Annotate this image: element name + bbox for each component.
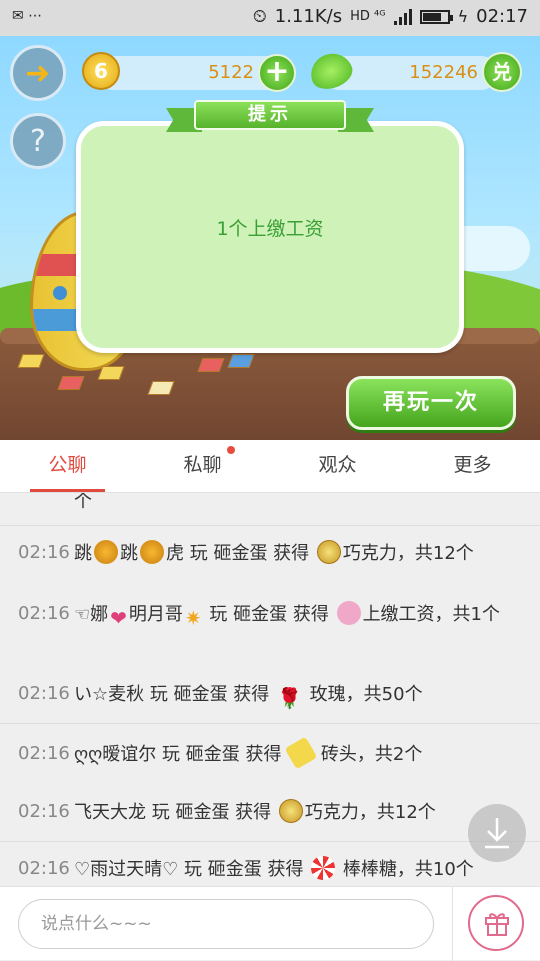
coin-balance: 5122	[208, 62, 254, 83]
help-icon: ?	[30, 124, 46, 159]
net-speed: 1.11K/s	[274, 6, 343, 27]
chat-input-bar	[0, 886, 540, 961]
download-icon	[485, 818, 509, 849]
sparkle-emoji-icon: ✷	[184, 606, 202, 630]
help-button[interactable]: ?	[10, 113, 66, 169]
charging-icon: ϟ	[457, 7, 469, 26]
rose-gift-icon: 🌹	[277, 686, 302, 710]
download-button[interactable]	[468, 804, 526, 862]
notification-icons: ✉ ⋯	[12, 8, 43, 24]
play-again-button[interactable]: 再玩一次	[346, 376, 516, 430]
gem-balance: 152246	[409, 62, 478, 83]
add-coins-button[interactable]: +	[258, 54, 296, 92]
gift-icon	[485, 913, 509, 936]
clock: 02:17	[476, 6, 528, 27]
dialog-message: 1个上缴工资	[216, 218, 324, 240]
coin-icon: 6	[82, 52, 120, 90]
back-button[interactable]: ➜	[10, 45, 66, 101]
salary-gift-icon	[336, 601, 361, 625]
chat-input[interactable]	[18, 899, 434, 949]
gift-button[interactable]	[468, 895, 524, 951]
dialog-title: 提示	[194, 100, 346, 130]
brick-gift-icon	[284, 736, 318, 770]
heart-emoji-icon: ❤	[110, 606, 127, 630]
list-item-partial: 个	[74, 493, 92, 512]
divider	[0, 723, 540, 724]
battery-icon	[419, 9, 453, 24]
network-type: HD ⁴ᴳ	[350, 9, 386, 24]
tiger-emoji-icon	[94, 540, 118, 564]
chocolate-gift-icon	[316, 540, 341, 564]
chat-message-list[interactable]: 个 02:16 跳跳虎 玩 砸金蛋 获得 巧克力，共12个 02:16 ☜娜 ❤ 明…	[0, 493, 540, 886]
list-item: 02:16 跳跳虎 玩 砸金蛋 获得 巧克力，共12个	[0, 525, 540, 583]
unread-dot	[227, 446, 235, 454]
prompt-dialog: 1个上缴工资	[76, 121, 464, 353]
chat-tabs: 公聊 私聊 观众 更多	[0, 440, 540, 493]
redeem-button[interactable]: 兑	[482, 52, 522, 92]
tiger-emoji-icon	[140, 540, 164, 564]
divider	[452, 887, 453, 961]
tab-public-chat[interactable]: 公聊	[0, 440, 135, 492]
list-item: 02:16 ღღ暧谊尔 玩 砸金蛋 获得 砖头，共2个	[0, 729, 540, 787]
signal-icon	[393, 8, 412, 25]
list-item: 02:16 ♡雨过天晴♡ 玩 砸金蛋 获得 棒棒糖，共10个	[0, 841, 540, 886]
tab-private-chat[interactable]: 私聊	[135, 440, 270, 492]
tab-more[interactable]: 更多	[405, 440, 540, 492]
list-item: 02:16 ☜娜 ❤ 明月哥 ✷ 玩 砸金蛋 获得 上缴工资，共1个	[18, 601, 501, 630]
list-item: 02:16 飞天大龙 玩 砸金蛋 获得 巧克力，共12个	[18, 799, 436, 823]
status-bar: ✉ ⋯ ⏲ 1.11K/s HD ⁴ᴳ ϟ 02:17	[0, 0, 540, 36]
lollipop-gift-icon	[311, 856, 336, 880]
back-arrow-icon: ➜	[25, 56, 51, 91]
tab-audience[interactable]: 观众	[270, 440, 405, 492]
dialog-title-ribbon: 提示	[166, 96, 374, 146]
chocolate-gift-icon	[278, 799, 303, 823]
list-item: 02:16 い☆麦秋 玩 砸金蛋 获得 🌹 玫瑰，共50个	[18, 683, 423, 710]
alarm-icon: ⏲	[252, 6, 267, 27]
